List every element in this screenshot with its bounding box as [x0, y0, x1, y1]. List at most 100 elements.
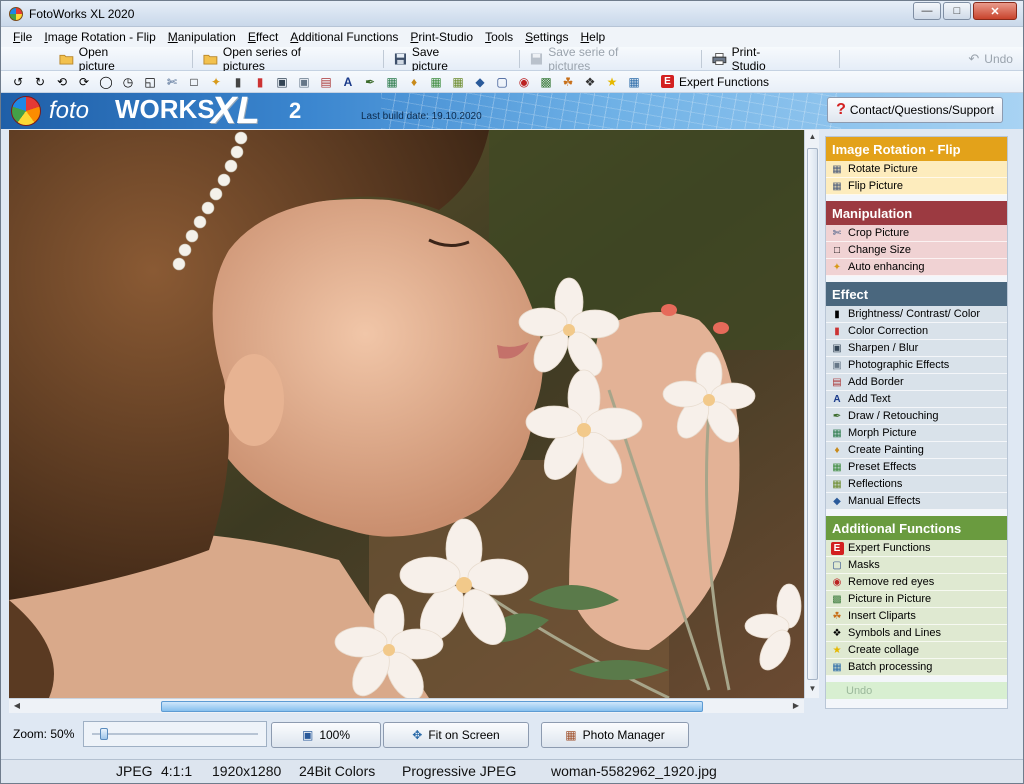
sharpen-icon: ▣: [832, 342, 842, 354]
painting-icon[interactable]: ♦: [405, 73, 423, 91]
panel-item-reflections[interactable]: ▦ Reflections: [826, 476, 1007, 493]
panel-item-masks[interactable]: ▢ Masks: [826, 557, 1007, 574]
draw-icon[interactable]: ✒: [361, 73, 379, 91]
menu-manipulation[interactable]: Manipulation: [162, 30, 242, 44]
maximize-button[interactable]: □: [943, 2, 971, 20]
save-serie-button[interactable]: Save serie of pictures: [520, 45, 665, 73]
menu-image-rotation[interactable]: Image Rotation - Flip: [38, 30, 161, 44]
open-picture-button[interactable]: Open picture: [49, 45, 152, 73]
panel-item-auto-enhancing[interactable]: ✦ Auto enhancing: [826, 259, 1007, 276]
zoom-100-button[interactable]: ▣ 100%: [271, 722, 381, 748]
menu-effect[interactable]: Effect: [242, 30, 284, 44]
panel-item-brightness[interactable]: ▮ Brightness/ Contrast/ Color: [826, 306, 1007, 323]
panel-item-batch-processing[interactable]: ▦ Batch processing: [826, 659, 1007, 676]
horizontal-scroll-thumb[interactable]: [161, 701, 703, 712]
print-studio-button[interactable]: Print-Studio: [702, 45, 800, 73]
vertical-scroll-thumb[interactable]: [807, 148, 818, 680]
section-additional-header[interactable]: Additional Functions: [826, 516, 1007, 540]
symbols-icon: ❖: [832, 627, 842, 639]
flip-vertical-icon[interactable]: ◷: [119, 73, 137, 91]
red-eye-icon[interactable]: ◉: [515, 73, 533, 91]
border-icon[interactable]: ▤: [317, 73, 335, 91]
scroll-right-arrow-icon[interactable]: ▶: [790, 701, 802, 712]
brightness-icon[interactable]: ▮: [229, 73, 247, 91]
panel-item-photographic-effects[interactable]: ▣ Photographic Effects: [826, 357, 1007, 374]
morph-icon[interactable]: ▦: [383, 73, 401, 91]
menu-tools[interactable]: Tools: [479, 30, 519, 44]
panel-undo[interactable]: Undo: [826, 682, 1007, 699]
section-rotation-header[interactable]: Image Rotation - Flip: [826, 137, 1007, 161]
paintbrush-icon: ♦: [834, 444, 840, 456]
zoom-slider[interactable]: [83, 721, 267, 747]
panel-item-create-painting[interactable]: ♦ Create Painting: [826, 442, 1007, 459]
panel-item-draw-retouching[interactable]: ✒ Draw / Retouching: [826, 408, 1007, 425]
scroll-down-arrow-icon[interactable]: ▼: [807, 684, 818, 696]
photo-effects-icon[interactable]: ▣: [295, 73, 313, 91]
picture-in-picture-icon[interactable]: ▩: [537, 73, 555, 91]
preset-effects-icon[interactable]: ▦: [427, 73, 445, 91]
scroll-left-arrow-icon[interactable]: ◀: [11, 701, 23, 712]
panel-item-symbols-lines[interactable]: ❖ Symbols and Lines: [826, 625, 1007, 642]
text-icon[interactable]: A: [339, 73, 357, 91]
manual-effects-icon[interactable]: ◆: [471, 73, 489, 91]
panel-item-add-border[interactable]: ▤ Add Border: [826, 374, 1007, 391]
close-button[interactable]: ✕: [973, 2, 1017, 20]
minimize-button[interactable]: —: [913, 2, 941, 20]
section-effect-header[interactable]: Effect: [826, 282, 1007, 306]
collage-icon[interactable]: ★: [603, 73, 621, 91]
resize-icon[interactable]: □: [185, 73, 203, 91]
panel-item-add-text[interactable]: A Add Text: [826, 391, 1007, 408]
section-manipulation-header[interactable]: Manipulation: [826, 201, 1007, 225]
rotate-left-icon[interactable]: ↺: [9, 73, 27, 91]
panel-item-change-size[interactable]: □ Change Size: [826, 242, 1007, 259]
menu-help[interactable]: Help: [574, 30, 611, 44]
panel-item-color-correction[interactable]: ▮ Color Correction: [826, 323, 1007, 340]
contact-support-button[interactable]: ? Contact/Questions/Support: [827, 97, 1003, 123]
masks-icon[interactable]: ▢: [493, 73, 511, 91]
panel-item-rotate-picture[interactable]: ▦ Rotate Picture: [826, 161, 1007, 178]
menu-print-studio[interactable]: Print-Studio: [404, 30, 479, 44]
menu-file[interactable]: File: [7, 30, 38, 44]
symbols-lines-icon[interactable]: ❖: [581, 73, 599, 91]
panel-item-preset-effects[interactable]: ▦ Preset Effects: [826, 459, 1007, 476]
cliparts-icon[interactable]: ☘: [559, 73, 577, 91]
panel-item-picture-in-picture[interactable]: ▩ Picture in Picture: [826, 591, 1007, 608]
batch-icon[interactable]: ▦: [625, 73, 643, 91]
rotate-cw-icon[interactable]: ⟳: [75, 73, 93, 91]
function-panel: Image Rotation - Flip ▦ Rotate Picture ▦ F…: [825, 136, 1008, 709]
image-canvas[interactable]: [9, 130, 804, 698]
horizontal-scrollbar[interactable]: ◀ ▶: [9, 698, 804, 713]
panel-item-remove-red-eyes[interactable]: ◉ Remove red eyes: [826, 574, 1007, 591]
rotate-right-icon[interactable]: ↻: [31, 73, 49, 91]
fit-on-screen-button[interactable]: ✥ Fit on Screen: [383, 722, 529, 748]
panel-item-sharpen-blur[interactable]: ▣ Sharpen / Blur: [826, 340, 1007, 357]
panel-item-morph-picture[interactable]: ▦ Morph Picture: [826, 425, 1007, 442]
save-picture-button[interactable]: Save picture: [384, 45, 483, 73]
panel-item-expert-functions[interactable]: E Expert Functions: [826, 540, 1007, 557]
panel-item-crop-picture[interactable]: ✄ Crop Picture: [826, 225, 1007, 242]
vertical-scrollbar[interactable]: ▲ ▼: [804, 130, 819, 698]
open-series-button[interactable]: Open series of pictures: [193, 45, 347, 73]
brightness-icon: ▮: [834, 308, 840, 320]
rotate-ccw-icon[interactable]: ⟲: [53, 73, 71, 91]
panel-item-insert-cliparts[interactable]: ☘ Insert Cliparts: [826, 608, 1007, 625]
reflections-icon[interactable]: ▦: [449, 73, 467, 91]
zoom-slider-handle[interactable]: [100, 728, 109, 740]
scroll-up-arrow-icon[interactable]: ▲: [807, 132, 818, 144]
auto-enhance-icon[interactable]: ✦: [207, 73, 225, 91]
expert-functions-button[interactable]: E Expert Functions: [661, 75, 769, 89]
folder-icon: [59, 54, 74, 65]
panel-item-flip-picture[interactable]: ▦ Flip Picture: [826, 178, 1007, 195]
photo-manager-button[interactable]: ▦ Photo Manager: [541, 722, 689, 748]
undo-button[interactable]: ↶ Undo: [958, 48, 1023, 70]
sharpen-icon[interactable]: ▣: [273, 73, 291, 91]
panel-item-manual-effects[interactable]: ◆ Manual Effects: [826, 493, 1007, 510]
mirror-icon[interactable]: ◱: [141, 73, 159, 91]
menu-settings[interactable]: Settings: [519, 30, 574, 44]
panel-item-create-collage[interactable]: ★ Create collage: [826, 642, 1007, 659]
crop-icon[interactable]: ✄: [163, 73, 181, 91]
status-format: JPEG: [116, 763, 153, 779]
color-correction-icon[interactable]: ▮: [251, 73, 269, 91]
menu-additional-functions[interactable]: Additional Functions: [284, 30, 404, 44]
flip-horizontal-icon[interactable]: ◯: [97, 73, 115, 91]
